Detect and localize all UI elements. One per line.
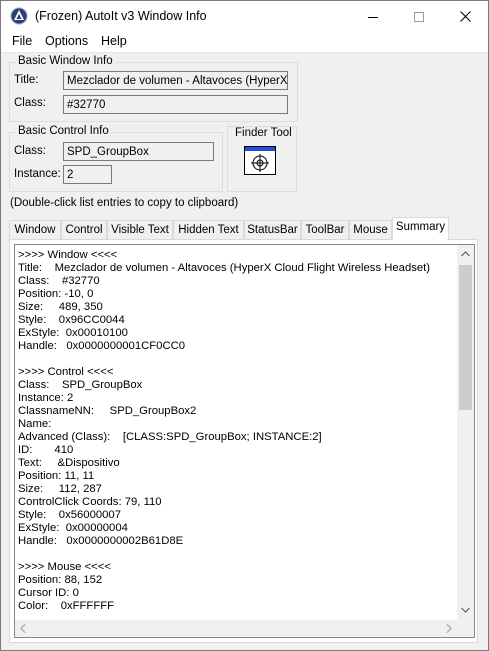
app-window: (Frozen) AutoIt v3 Window Info File Opti…: [0, 0, 489, 651]
title-bar[interactable]: (Frozen) AutoIt v3 Window Info: [1, 1, 488, 32]
summary-line[interactable]: Size: 112, 287: [18, 483, 102, 496]
vertical-scroll-thumb[interactable]: [459, 265, 472, 410]
summary-line[interactable]: Name:: [18, 418, 51, 431]
tab-control[interactable]: Control: [61, 220, 107, 240]
scroll-left-arrow-icon[interactable]: [20, 624, 26, 633]
summary-line[interactable]: >>>> Control <<<<: [18, 366, 113, 379]
minimize-button[interactable]: [350, 1, 396, 32]
summary-line[interactable]: Class: #32770: [18, 275, 100, 288]
copy-hint-text: (Double-click list entries to copy to cl…: [10, 197, 239, 209]
crosshair-target-icon: [244, 146, 276, 175]
tab-summary[interactable]: Summary: [392, 217, 449, 240]
control-instance-label: Instance:: [14, 168, 61, 180]
control-class-label: Class:: [14, 145, 46, 157]
summary-line[interactable]: Handle: 0x0000000002B61D8E: [18, 535, 183, 548]
summary-line[interactable]: ExStyle: 0x00010100: [18, 327, 128, 340]
basic-window-info-legend: Basic Window Info: [16, 55, 115, 67]
tab-window[interactable]: Window: [9, 220, 61, 240]
summary-line[interactable]: ExStyle: 0x00000004: [18, 522, 128, 535]
summary-line[interactable]: Class: SPD_GroupBox: [18, 379, 142, 392]
summary-line[interactable]: Style: 0x56000007: [18, 509, 121, 522]
summary-line[interactable]: Position: 11, 11: [18, 470, 94, 483]
summary-line[interactable]: ControlClick Coords: 79, 110: [18, 496, 162, 509]
summary-line[interactable]: Advanced (Class): [CLASS:SPD_GroupBox; I…: [18, 431, 322, 444]
tab-toolbar[interactable]: ToolBar: [301, 220, 349, 240]
summary-line[interactable]: Handle: 0x0000000001CF0CC0: [18, 340, 185, 353]
summary-line[interactable]: Style: 0x96CC0044: [18, 314, 125, 327]
summary-panel: >>>> Window <<<< Title: Mezclador de volu…: [9, 239, 478, 643]
tab-mouse[interactable]: Mouse: [349, 220, 392, 240]
summary-line[interactable]: >>>> Window <<<<: [18, 249, 117, 262]
finder-tool-label: Finder Tool: [235, 127, 292, 139]
vertical-scrollbar[interactable]: [457, 245, 474, 620]
autoit-logo-icon: [10, 7, 28, 25]
summary-list[interactable]: >>>> Window <<<< Title: Mezclador de volu…: [14, 244, 475, 638]
menu-options[interactable]: Options: [45, 34, 88, 48]
scroll-right-arrow-icon[interactable]: [446, 624, 452, 633]
tab-visible-text[interactable]: Visible Text: [107, 220, 173, 240]
horizontal-scrollbar[interactable]: [15, 620, 457, 637]
summary-line[interactable]: Color: 0xFFFFFF: [18, 600, 114, 613]
window-class-label: Class:: [14, 97, 46, 109]
window-class-field[interactable]: #32770: [63, 95, 288, 114]
summary-line[interactable]: Instance: 2: [18, 392, 73, 405]
close-icon: [459, 11, 471, 22]
basic-control-info-legend: Basic Control Info: [16, 125, 111, 137]
control-instance-field[interactable]: 2: [63, 165, 112, 184]
finder-tool-target[interactable]: [244, 146, 276, 175]
window-title-label: Title:: [14, 74, 39, 86]
basic-control-info-group: Basic Control Info: [9, 125, 223, 192]
summary-line[interactable]: Title: Mezclador de volumen - Altavoces …: [18, 262, 430, 275]
summary-line[interactable]: Position: 88, 152: [18, 574, 102, 587]
summary-line[interactable]: ClassnameNN: SPD_GroupBox2: [18, 405, 196, 418]
summary-line[interactable]: ID: 410: [18, 444, 73, 457]
maximize-icon: [414, 11, 424, 22]
tab-statusbar[interactable]: StatusBar: [244, 220, 301, 240]
scroll-up-arrow-icon[interactable]: [461, 251, 470, 257]
scrollbar-corner: [457, 620, 474, 637]
summary-line[interactable]: Size: 489, 350: [18, 301, 103, 314]
close-button[interactable]: [442, 1, 488, 32]
minimize-icon: [368, 16, 378, 18]
summary-line[interactable]: Text: &Dispositivo: [18, 457, 120, 470]
maximize-button[interactable]: [396, 1, 442, 32]
window-title: (Frozen) AutoIt v3 Window Info: [35, 9, 207, 23]
control-class-field[interactable]: SPD_GroupBox: [63, 142, 214, 161]
summary-line[interactable]: >>>> Mouse <<<<: [18, 561, 111, 574]
summary-line[interactable]: Position: -10, 0: [18, 288, 93, 301]
tab-hidden-text[interactable]: Hidden Text: [173, 220, 244, 240]
menu-help[interactable]: Help: [101, 34, 127, 48]
menu-bar: File Options Help: [1, 32, 488, 53]
summary-line[interactable]: Cursor ID: 0: [18, 587, 79, 600]
scroll-down-arrow-icon[interactable]: [461, 607, 470, 613]
menu-file[interactable]: File: [12, 34, 32, 48]
window-title-field[interactable]: Mezclador de volumen - Altavoces (HyperX…: [63, 71, 288, 90]
